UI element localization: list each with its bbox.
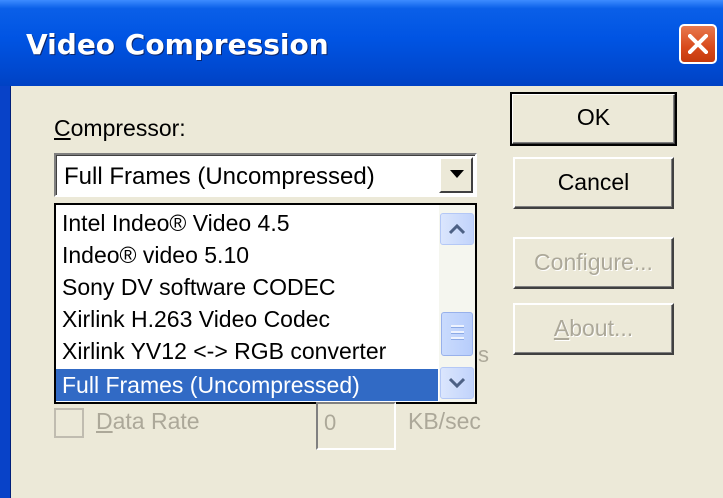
compressor-dropdown-list[interactable]: Intel Indeo® Video 4.5 Indeo® video 5.10… <box>54 203 477 404</box>
vertical-scrollbar[interactable] <box>439 205 475 402</box>
video-compression-dialog: Video Compression Compressor: Full Frame… <box>0 0 723 498</box>
scroll-up-button[interactable] <box>440 213 474 245</box>
chevron-down-icon <box>450 170 464 178</box>
data-rate-field[interactable]: 0 <box>316 402 396 450</box>
list-item[interactable]: Sony DV software CODEC <box>56 271 438 303</box>
data-rate-value: 0 <box>324 410 337 435</box>
compressor-combobox[interactable]: Full Frames (Uncompressed) <box>54 153 477 197</box>
list-item[interactable]: Intel Indeo® Video 4.5 <box>56 207 438 239</box>
window-title: Video Compression <box>26 28 329 61</box>
title-bar[interactable]: Video Compression <box>0 0 723 86</box>
list-item-selected[interactable]: Full Frames (Uncompressed) <box>56 369 438 401</box>
data-rate-unit: KB/sec <box>408 408 481 434</box>
data-rate-label: Data Rate <box>96 408 200 434</box>
configure-button-label: Configure... <box>534 249 653 275</box>
window-frame-left <box>0 86 11 498</box>
about-button-label: About... <box>553 315 634 341</box>
list-item[interactable]: Indeo® video 5.10 <box>56 239 438 271</box>
close-button[interactable] <box>679 24 717 64</box>
combo-dropdown-button[interactable] <box>439 157 473 193</box>
configure-button[interactable]: Configure... <box>513 237 674 289</box>
cancel-button[interactable]: Cancel <box>513 157 674 209</box>
cancel-button-label: Cancel <box>557 169 630 195</box>
chevron-down-icon <box>449 377 465 389</box>
ok-button-label: OK <box>576 104 611 130</box>
about-button[interactable]: About... <box>513 303 674 355</box>
chevron-up-icon <box>449 223 465 235</box>
data-rate-checkbox[interactable] <box>54 408 84 438</box>
scroll-down-button[interactable] <box>440 367 474 399</box>
close-icon <box>688 34 708 54</box>
list-item[interactable]: Xirlink YV12 <-> RGB converter <box>56 335 438 367</box>
scroll-thumb[interactable] <box>441 312 473 356</box>
ok-button[interactable]: OK <box>510 92 677 146</box>
obscured-label-fragment: s <box>478 342 489 367</box>
compressor-label: Compressor: <box>54 115 186 141</box>
compressor-selected-value: Full Frames (Uncompressed) <box>64 163 375 190</box>
list-item[interactable]: Xirlink H.263 Video Codec <box>56 303 438 335</box>
